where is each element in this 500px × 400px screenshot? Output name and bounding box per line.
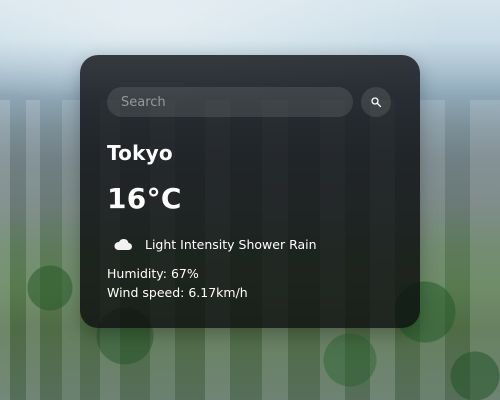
temperature: 16°C — [107, 182, 182, 215]
cloud-icon — [114, 238, 132, 250]
condition-text: Light Intensity Shower Rain — [145, 237, 317, 252]
search-button[interactable] — [361, 87, 391, 117]
weather-card: Tokyo 16°C Light Intensity Shower Rain H… — [80, 55, 420, 328]
city-name: Tokyo — [107, 141, 173, 165]
search-input[interactable] — [107, 87, 353, 117]
wind-speed: Wind speed: 6.17km/h — [107, 285, 248, 300]
search-icon — [371, 97, 382, 108]
weather-condition: Light Intensity Shower Rain — [113, 237, 317, 252]
humidity: Humidity: 67% — [107, 266, 199, 281]
search-bar — [107, 86, 391, 118]
